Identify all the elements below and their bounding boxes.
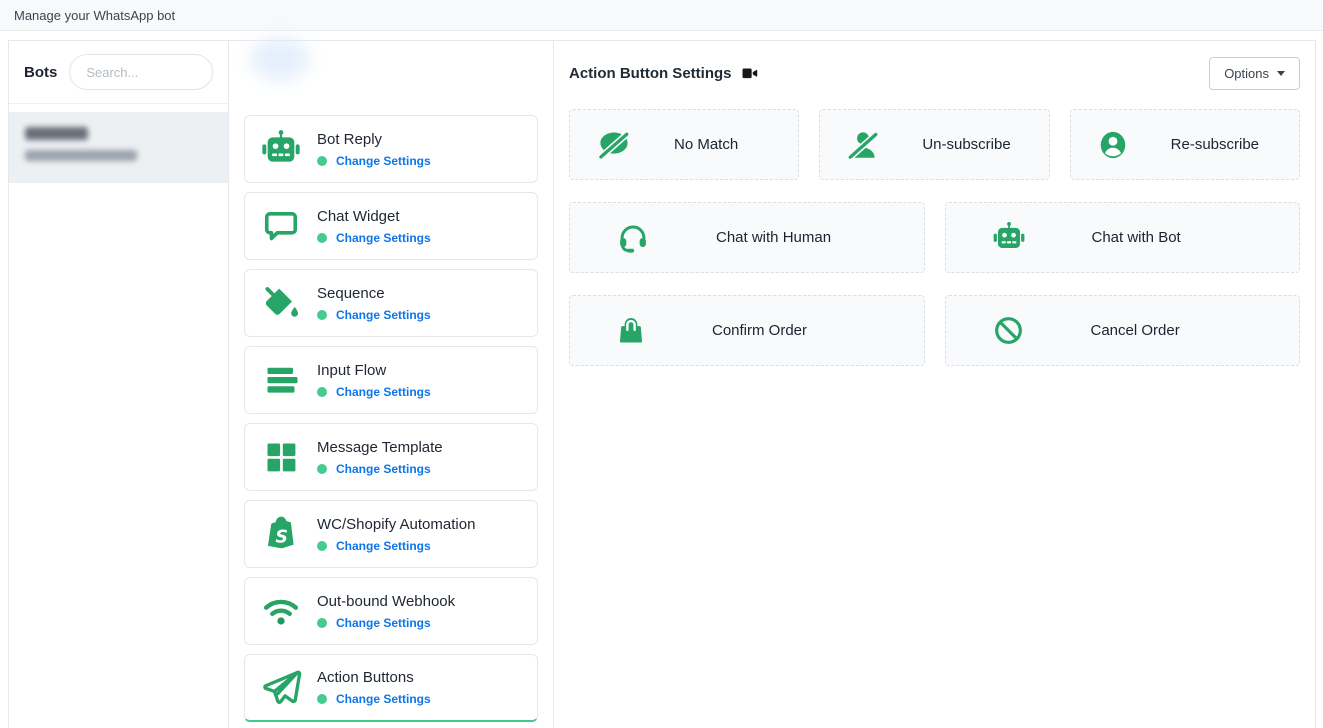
redacted-bot-phone — [25, 150, 137, 161]
video-camera-icon[interactable] — [741, 65, 759, 82]
action-label: No Match — [674, 136, 738, 153]
feature-title: Action Buttons — [317, 669, 431, 686]
feature-card-input-flow[interactable]: Input Flow Change Settings — [244, 346, 538, 414]
action-label: Re-subscribe — [1171, 136, 1259, 153]
panel-title: Action Button Settings — [569, 65, 731, 82]
action-button-settings-panel: Action Button Settings Options — [554, 41, 1315, 728]
headset-icon — [616, 221, 650, 255]
comment-slash-icon — [596, 128, 632, 162]
feature-card-sequence[interactable]: Sequence Change Settings — [244, 269, 538, 337]
svg-text:S: S — [275, 528, 288, 548]
action-card-cancel-order[interactable]: Cancel Order — [945, 295, 1301, 366]
selected-bot-item[interactable] — [9, 112, 228, 183]
user-slash-icon — [846, 128, 880, 162]
page-title: Manage your WhatsApp bot — [14, 8, 175, 23]
change-settings-link[interactable]: Change Settings — [336, 616, 431, 630]
bots-heading: Bots — [24, 64, 57, 81]
main-card: Bots Bot Reply Ch — [8, 40, 1316, 728]
feature-title: Chat Widget — [317, 208, 431, 225]
paper-plane-icon — [245, 667, 317, 709]
action-card-no-match[interactable]: No Match — [569, 109, 799, 180]
bars-icon — [245, 362, 317, 398]
status-dot — [317, 233, 327, 243]
ban-icon — [992, 314, 1025, 347]
feature-column: Bot Reply Change Settings Chat Widget Ch… — [229, 41, 554, 728]
topbar: Manage your WhatsApp bot — [0, 0, 1323, 31]
options-button[interactable]: Options — [1209, 57, 1300, 90]
status-dot — [317, 464, 327, 474]
change-settings-link[interactable]: Change Settings — [336, 154, 431, 168]
status-dot — [317, 310, 327, 320]
feature-card-message-template[interactable]: Message Template Change Settings — [244, 423, 538, 491]
blurred-blob — [251, 37, 309, 81]
action-card-chat-with-bot[interactable]: Chat with Bot — [945, 202, 1301, 273]
actions-row-2: Chat with Human Chat with Bot — [569, 202, 1300, 273]
feature-title: Message Template — [317, 439, 443, 456]
action-label: Un-subscribe — [922, 136, 1010, 153]
paint-fill-icon — [245, 283, 317, 323]
action-card-unsubscribe[interactable]: Un-subscribe — [819, 109, 1049, 180]
action-card-confirm-order[interactable]: Confirm Order — [569, 295, 925, 366]
feature-title: Out-bound Webhook — [317, 593, 455, 610]
change-settings-link[interactable]: Change Settings — [336, 692, 431, 706]
action-label: Chat with Human — [716, 229, 831, 246]
change-settings-link[interactable]: Change Settings — [336, 385, 431, 399]
change-settings-link[interactable]: Change Settings — [336, 308, 431, 322]
action-label: Cancel Order — [1091, 322, 1180, 339]
bot-search-input[interactable] — [69, 54, 213, 90]
shopify-bag-icon: S — [245, 513, 317, 555]
change-settings-link[interactable]: Change Settings — [336, 462, 431, 476]
feature-title: Input Flow — [317, 362, 431, 379]
action-label: Chat with Bot — [1092, 229, 1181, 246]
wifi-icon — [245, 592, 317, 630]
grid-icon — [245, 439, 317, 475]
bots-sidebar: Bots — [9, 41, 229, 728]
change-settings-link[interactable]: Change Settings — [336, 539, 431, 553]
action-card-chat-with-human[interactable]: Chat with Human — [569, 202, 925, 273]
feature-card-action-buttons[interactable]: Action Buttons Change Settings — [244, 654, 538, 722]
user-circle-icon — [1097, 128, 1129, 162]
status-dot — [317, 618, 327, 628]
shopping-bag-icon — [616, 314, 646, 348]
panel-header: Action Button Settings Options — [569, 57, 1300, 90]
caret-down-icon — [1277, 71, 1285, 76]
actions-row-1: No Match Un-subscribe — [569, 109, 1300, 180]
action-label: Confirm Order — [712, 322, 807, 339]
chat-bubble-icon — [245, 207, 317, 245]
feature-card-chat-widget[interactable]: Chat Widget Change Settings — [244, 192, 538, 260]
robot-icon — [245, 129, 317, 169]
feature-card-shopify-automation[interactable]: S WC/Shopify Automation Change Settings — [244, 500, 538, 568]
action-card-resubscribe[interactable]: Re-subscribe — [1070, 109, 1300, 180]
actions-row-3: Confirm Order Cancel Order — [569, 295, 1300, 366]
feature-title: Sequence — [317, 285, 431, 302]
status-dot — [317, 694, 327, 704]
feature-title: Bot Reply — [317, 131, 431, 148]
feature-card-outbound-webhook[interactable]: Out-bound Webhook Change Settings — [244, 577, 538, 645]
robot-icon — [992, 221, 1026, 254]
feature-title: WC/Shopify Automation — [317, 516, 475, 533]
status-dot — [317, 156, 327, 166]
feature-card-bot-reply[interactable]: Bot Reply Change Settings — [244, 115, 538, 183]
change-settings-link[interactable]: Change Settings — [336, 231, 431, 245]
sidebar-header: Bots — [9, 41, 228, 104]
status-dot — [317, 541, 327, 551]
options-label: Options — [1224, 66, 1269, 81]
redacted-bot-name — [25, 127, 88, 140]
status-dot — [317, 387, 327, 397]
